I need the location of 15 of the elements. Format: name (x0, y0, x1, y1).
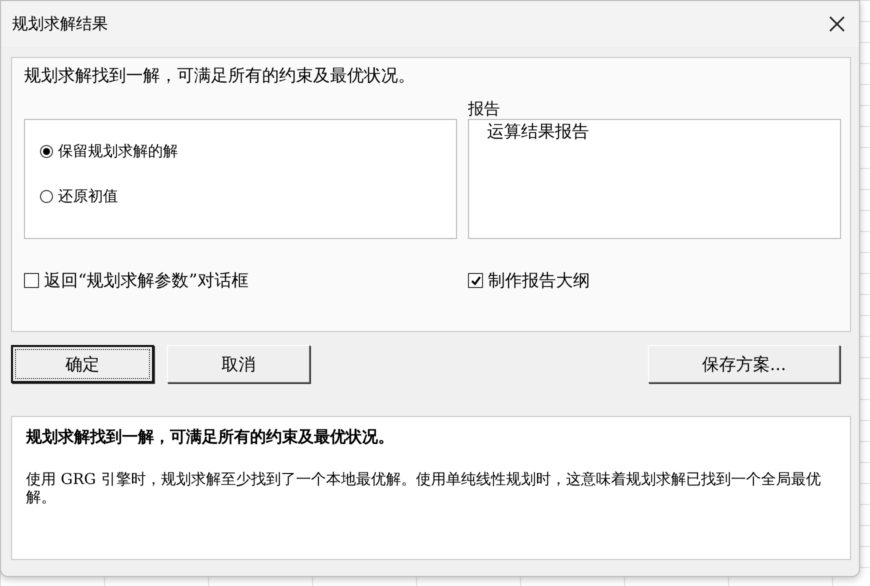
result-message: 规划求解找到一解，可满足所有的约束及最优状况。 (24, 66, 416, 88)
checkbox-option[interactable]: 制作报告大纲 (468, 269, 590, 292)
reports-label: 报告 (468, 99, 501, 119)
radio-option[interactable]: 保留规划求解的解 (40, 142, 178, 161)
close-button[interactable] (827, 14, 847, 34)
checkbox-option[interactable]: 返回“规划求解参数”对话框 (24, 269, 248, 292)
details-heading: 规划求解找到一解，可满足所有的约束及最优状况。 (26, 427, 395, 448)
dialog-button[interactable]: 确定 (11, 345, 154, 383)
dialog-button[interactable]: 保存方案... (648, 345, 840, 383)
window-title: 规划求解结果 (12, 14, 108, 34)
checkmark-icon (470, 274, 482, 286)
radio-option[interactable]: 还原初值 (40, 187, 118, 206)
report-item[interactable]: 运算结果报告 (485, 120, 591, 143)
details-text: 使用 GRG 引擎时，规划求解至少找到了一个本地最优解。使用单纯线性规划时，这意味着规划求解已找到一个全局最优解。 (26, 470, 822, 506)
dialog-button[interactable]: 取消 (167, 345, 310, 383)
